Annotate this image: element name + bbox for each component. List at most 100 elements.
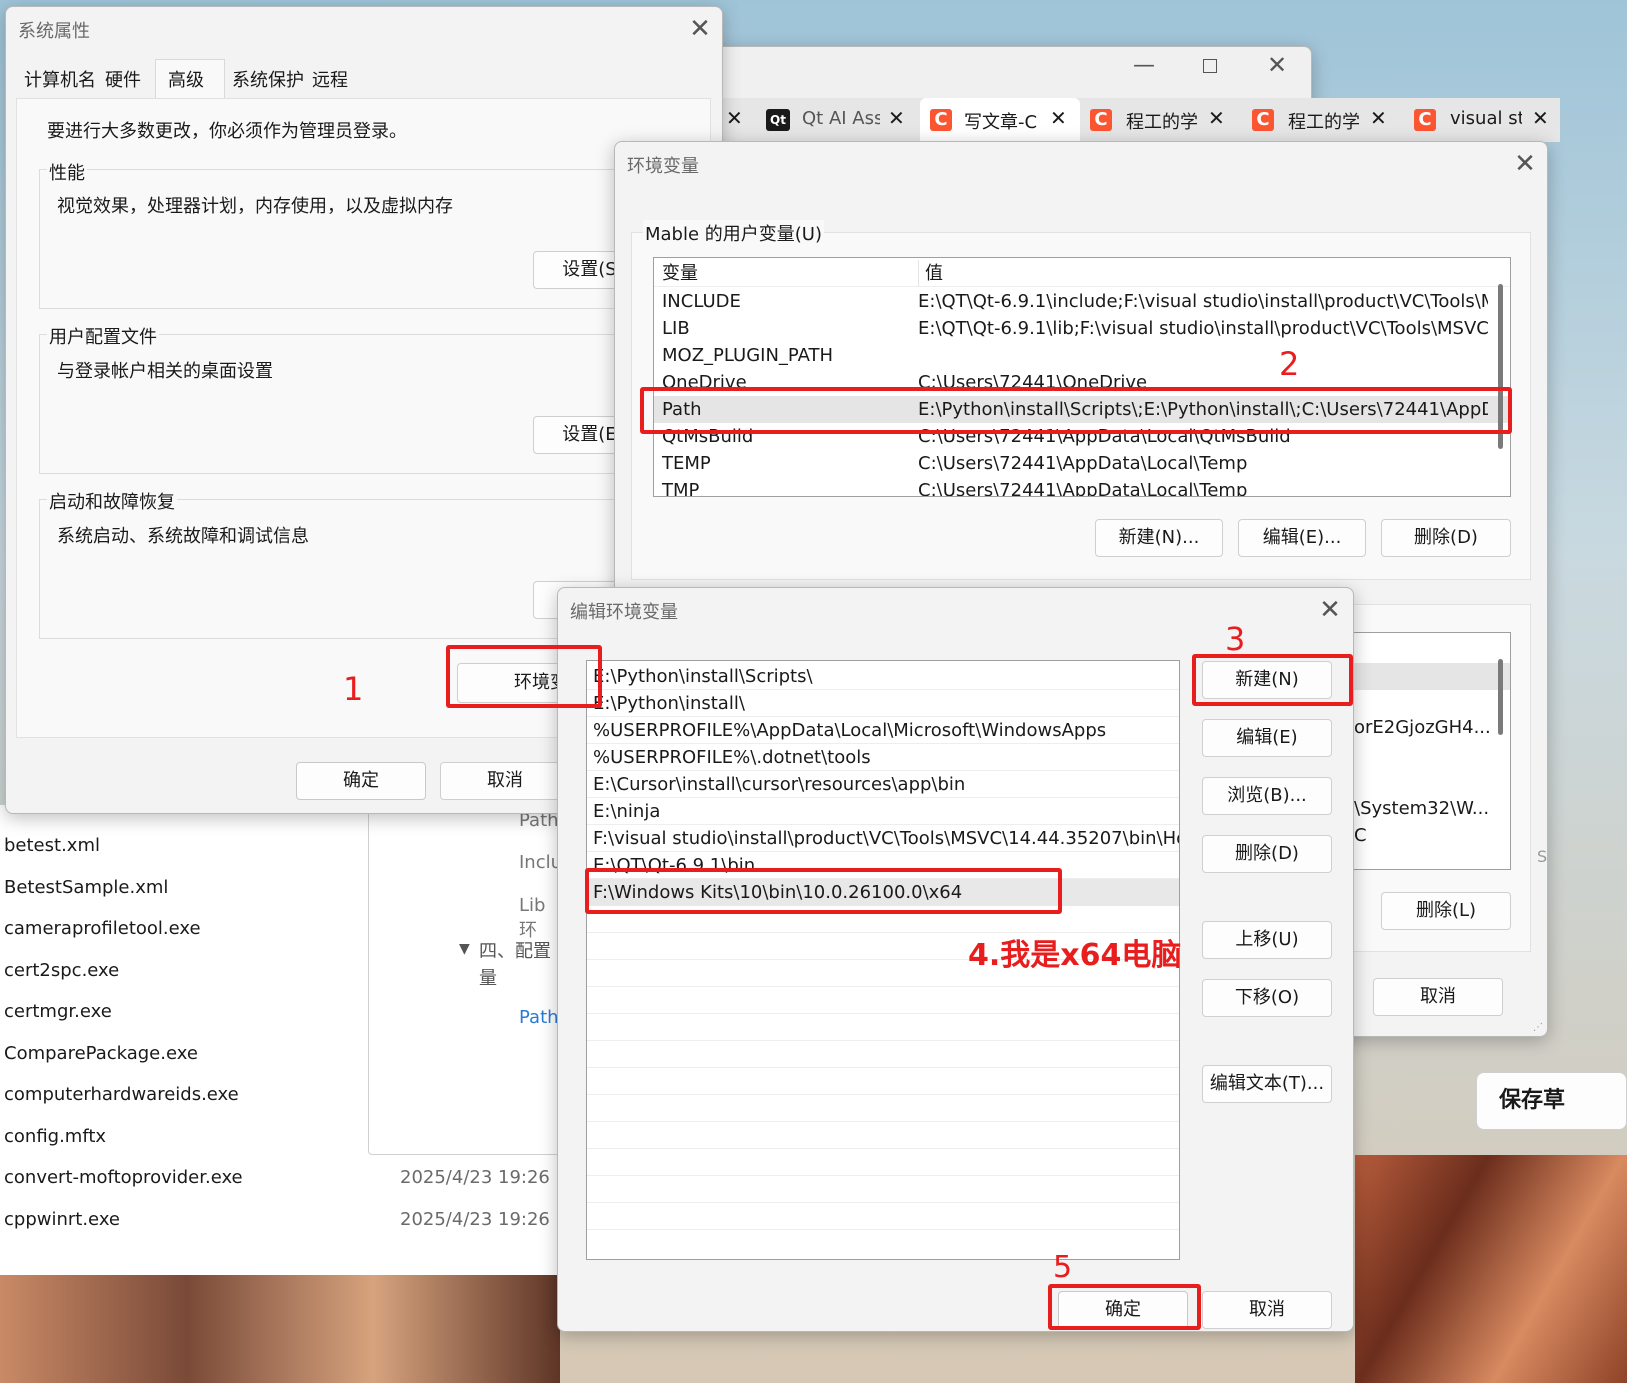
browser-tab[interactable]: C visual stu ✕ — [1410, 98, 1560, 142]
list-item-empty[interactable] — [587, 1095, 1179, 1122]
tab-close-icon[interactable]: ✕ — [1050, 106, 1067, 130]
csdn-logo-icon: C — [930, 109, 952, 131]
doc-link[interactable]: Path — [519, 1007, 559, 1028]
file-name: convert-moftoprovider.exe — [4, 1167, 243, 1188]
tab-advanced[interactable]: 高级 — [155, 59, 225, 99]
tab-close-icon[interactable]: ✕ — [1370, 106, 1387, 130]
tab-close-icon[interactable]: ✕ — [1532, 106, 1549, 130]
var-value: E:\QT\Qt-6.9.1\include;F:\visual studio\… — [918, 291, 1488, 312]
file-row[interactable]: config.mftx — [4, 1126, 106, 1147]
new-user-var-button[interactable]: 新建(N)... — [1095, 519, 1223, 557]
tab-system-protection[interactable]: 系统保护 — [232, 66, 304, 92]
delete-user-var-button[interactable]: 删除(D) — [1381, 519, 1511, 557]
env-cancel-button[interactable]: 取消 — [1373, 978, 1503, 1016]
file-row[interactable]: ComparePackage.exe — [4, 1043, 198, 1064]
list-item[interactable]: %USERPROFILE%\.dotnet\tools — [587, 744, 1179, 771]
user-profile-label: 用户配置文件 — [47, 323, 159, 349]
delete-entry-button[interactable]: 删除(D) — [1202, 835, 1332, 873]
tab-close-icon[interactable]: ✕ — [726, 106, 743, 130]
file-row[interactable]: cppwinrt.exe — [4, 1209, 120, 1230]
list-item-empty[interactable] — [587, 1122, 1179, 1149]
save-draft-button[interactable]: 保存草 — [1476, 1072, 1627, 1130]
file-date: 2025/4/23 19:26 — [400, 1167, 550, 1188]
table-row[interactable]: TMP C:\Users\72441\AppData\Local\Temp — [654, 477, 1510, 496]
table-row[interactable]: MOZ_PLUGIN_PATH — [654, 342, 1510, 369]
move-up-button[interactable]: 上移(U) — [1202, 921, 1332, 959]
browser-tab[interactable]: C 程工的学 ✕ — [1248, 98, 1408, 142]
tab-computer-name[interactable]: 计算机名 — [24, 66, 96, 92]
table-row[interactable]: TEMP C:\Users\72441\AppData\Local\Temp — [654, 450, 1510, 477]
var-value: C:\Users\72441\AppData\Local\Temp — [918, 453, 1248, 474]
list-item[interactable]: F:\visual studio\install\product\VC\Tool… — [587, 825, 1179, 852]
list-item-empty[interactable] — [587, 1230, 1179, 1257]
browse-button[interactable]: 浏览(B)... — [1202, 777, 1332, 815]
file-name: BetestSample.xml — [4, 877, 169, 898]
performance-label: 性能 — [47, 159, 87, 185]
browser-tab[interactable]: Qt Qt AI Assi ✕ — [760, 98, 910, 142]
list-item-empty[interactable] — [587, 1176, 1179, 1203]
move-down-button[interactable]: 下移(O) — [1202, 979, 1332, 1017]
maximize-icon[interactable] — [1203, 59, 1217, 73]
cancel-button[interactable]: 取消 — [440, 762, 570, 800]
tab-close-icon[interactable]: ✕ — [888, 106, 905, 130]
tab-hardware[interactable]: 硬件 — [105, 66, 141, 92]
annotation-box-4 — [585, 868, 1062, 914]
delete-sys-var-button[interactable]: 删除(L) — [1381, 892, 1511, 930]
resize-grip-icon[interactable]: ⋰ — [1533, 1022, 1543, 1033]
list-item-empty[interactable] — [587, 1041, 1179, 1068]
table-row[interactable]: LIB E:\QT\Qt-6.9.1\lib;F:\visual studio\… — [654, 315, 1510, 342]
file-row[interactable]: cert2spc.exe — [4, 960, 119, 981]
table-row[interactable]: INCLUDE E:\QT\Qt-6.9.1\include;F:\visual… — [654, 288, 1510, 315]
sys-var-value: \System32\W... — [1354, 798, 1490, 819]
list-item[interactable]: E:\Python\install\Scripts\ — [587, 663, 1179, 690]
ok-button[interactable]: 确定 — [296, 762, 426, 800]
csdn-logo-icon: C — [1090, 109, 1112, 131]
file-row[interactable]: certmgr.exe — [4, 1001, 112, 1022]
close-icon[interactable]: ✕ — [682, 13, 718, 45]
startup-recovery-desc: 系统启动、系统故障和调试信息 — [57, 526, 309, 547]
column-header-value[interactable]: 值 — [918, 260, 943, 286]
tab-remote[interactable]: 远程 — [312, 66, 348, 92]
file-row[interactable]: betest.xml — [4, 835, 100, 856]
tab-label: visual stu — [1450, 108, 1522, 129]
list-item[interactable]: E:\Cursor\install\cursor\resources\app\b… — [587, 771, 1179, 798]
list-item-empty[interactable] — [587, 1203, 1179, 1230]
minimize-icon[interactable]: — — [1133, 53, 1155, 78]
close-icon[interactable]: ✕ — [1267, 51, 1287, 79]
browser-tab[interactable]: C 程工的学 ✕ — [1086, 98, 1246, 142]
edit-entry-button[interactable]: 编辑(E) — [1202, 719, 1332, 757]
collapse-triangle-icon[interactable]: ▼ — [459, 941, 470, 957]
list-item[interactable]: E:\Python\install\ — [587, 690, 1179, 717]
cancel-button[interactable]: 取消 — [1202, 1291, 1332, 1329]
file-row[interactable]: cameraprofiletool.exe — [4, 918, 201, 939]
edit-text-button[interactable]: 编辑文本(T)... — [1202, 1065, 1332, 1103]
close-icon[interactable]: ✕ — [1312, 594, 1348, 626]
var-value: E:\QT\Qt-6.9.1\lib;F:\visual studio\inst… — [918, 318, 1488, 339]
csdn-logo-icon: C — [1252, 109, 1274, 131]
list-item-empty[interactable] — [587, 987, 1179, 1014]
list-item-empty[interactable] — [587, 1014, 1179, 1041]
file-name: cppwinrt.exe — [4, 1209, 120, 1230]
list-item[interactable]: %USERPROFILE%\AppData\Local\Microsoft\Wi… — [587, 717, 1179, 744]
var-name: TEMP — [662, 453, 711, 474]
edit-user-var-button[interactable]: 编辑(E)... — [1238, 519, 1366, 557]
tab-close-icon[interactable]: ✕ — [1208, 106, 1225, 130]
file-row[interactable]: convert-moftoprovider.exe — [4, 1167, 243, 1188]
browser-tab-active[interactable]: C 写文章-C ✕ — [920, 98, 1080, 142]
file-row[interactable]: BetestSample.xml — [4, 877, 168, 898]
list-item-empty[interactable] — [587, 1149, 1179, 1176]
file-name: config.mftx — [4, 1126, 107, 1147]
tab-label: Qt AI Assi — [802, 108, 880, 129]
list-item-empty[interactable] — [587, 1068, 1179, 1095]
doc-fragment: Inclu — [519, 852, 563, 873]
article-editor-panel: Path Inclu Lib环 ▼ 四、配置 量 Path — [368, 805, 563, 1155]
tab-label: 程工的学 — [1126, 112, 1198, 133]
desktop-right-strip — [1355, 1155, 1627, 1383]
list-item[interactable]: E:\ninja — [587, 798, 1179, 825]
scrollbar[interactable] — [1498, 659, 1503, 735]
startup-recovery-label: 启动和故障恢复 — [47, 488, 177, 514]
file-row[interactable]: computerhardwareids.exe — [4, 1084, 239, 1105]
close-icon[interactable]: ✕ — [1507, 148, 1543, 180]
file-name: ComparePackage.exe — [4, 1043, 198, 1064]
column-header-variable[interactable]: 变量 — [662, 260, 698, 286]
